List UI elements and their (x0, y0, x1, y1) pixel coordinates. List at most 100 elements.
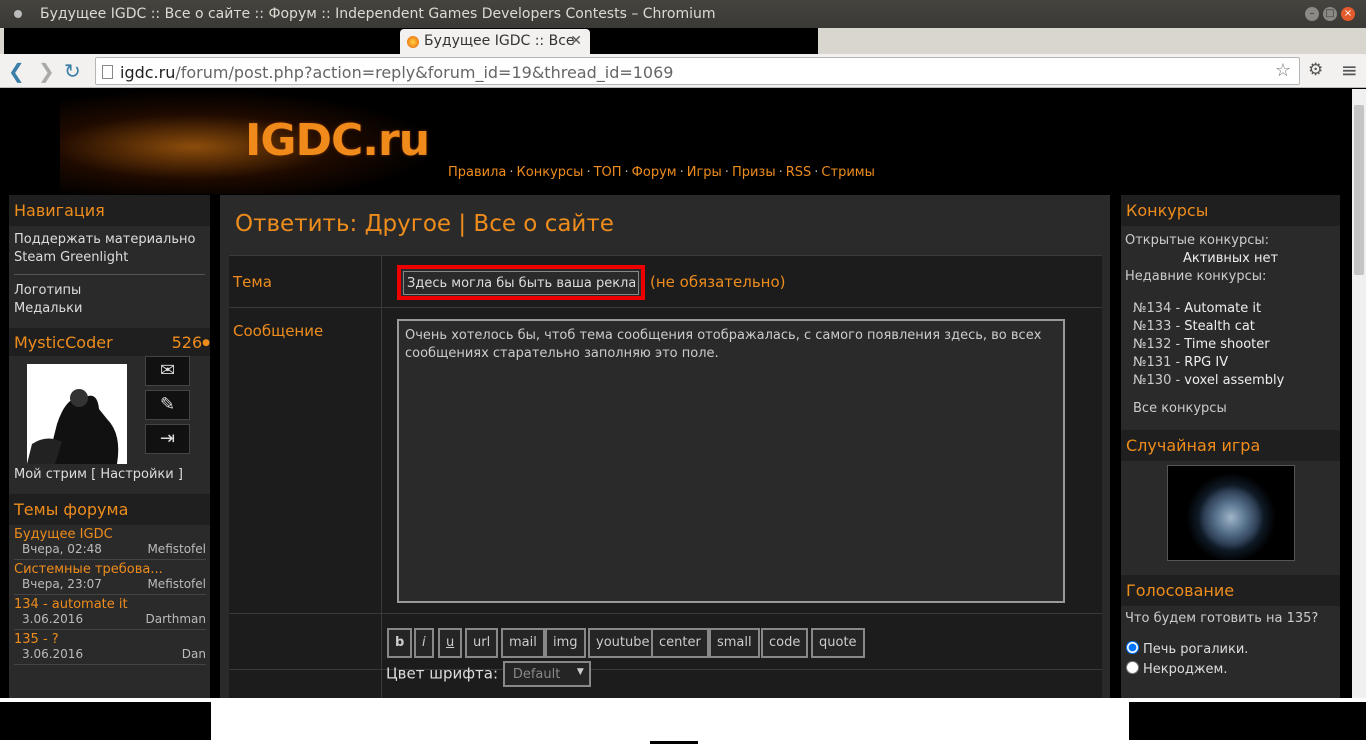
bold-button[interactable]: b (387, 628, 413, 658)
page-icon (102, 65, 113, 79)
left-sidebar: Навигация Поддержать материально Steam G… (9, 195, 210, 698)
navigation-title: Навигация (9, 195, 210, 226)
logout-icon[interactable]: ⇥ (145, 424, 190, 454)
forum-topics-title: Темы форума (9, 494, 210, 525)
user-header: MysticCoder 526● (9, 328, 210, 356)
bottom-redacted-strip (0, 698, 1366, 744)
menu-icon[interactable]: ≡ (1341, 58, 1358, 82)
topic-date: Вчера, 02:48 (22, 542, 102, 556)
support-link[interactable]: Поддержать материально (9, 231, 210, 249)
topic-title[interactable]: 134 - automate it (14, 597, 206, 612)
subject-input[interactable] (403, 271, 639, 295)
back-icon[interactable]: ❮ (8, 59, 25, 83)
font-color-select[interactable]: Default ▼ (502, 661, 591, 687)
font-color-row (229, 669, 1102, 698)
img-button[interactable]: img (545, 628, 586, 658)
messages-icon[interactable]: ✉ (145, 356, 190, 386)
topic-author: Dan (181, 647, 206, 661)
close-window-icon[interactable]: × (1341, 7, 1355, 21)
reply-form: Ответить: Другое | Все о сайте Тема (не … (220, 195, 1110, 698)
medals-link[interactable]: Медальки (9, 300, 210, 318)
window-title: Будущее IGDC :: Все о сайте :: Форум :: … (40, 6, 716, 22)
tab-close-icon[interactable]: ✕ (570, 33, 582, 49)
logos-link[interactable]: Логотипы (9, 282, 210, 300)
random-game-image[interactable] (1166, 465, 1295, 561)
nav-prizes[interactable]: Призы (732, 165, 776, 180)
edit-icon[interactable]: ✎ (145, 390, 190, 420)
tab-label: Будущее IGDC :: Все (424, 33, 575, 49)
poll-radio[interactable] (1126, 661, 1139, 674)
nav-streams[interactable]: Стримы (821, 165, 874, 180)
underline-button[interactable]: u (438, 628, 463, 658)
minimize-icon[interactable]: – (1305, 7, 1319, 21)
list-item[interactable]: №131 - RPG IV (1121, 354, 1340, 372)
nav-games[interactable]: Игры (687, 165, 722, 180)
list-item[interactable]: №130 - voxel assembly (1121, 372, 1340, 390)
font-color-label: Цвет шрифта: (386, 664, 499, 683)
list-item[interactable]: №133 - Stealth cat (1121, 318, 1340, 336)
center-button[interactable]: center (651, 628, 709, 658)
forward-icon[interactable]: ❯ (38, 59, 55, 83)
scrollbar-thumb[interactable] (1354, 105, 1364, 275)
reload-icon[interactable]: ↻ (64, 59, 81, 83)
youtube-button[interactable]: youtube (588, 628, 658, 658)
topic-title[interactable]: 135 - ? (14, 632, 206, 647)
list-item[interactable]: Будущее IGDC Вчера, 02:48 Mefistofel (9, 525, 210, 560)
avatar[interactable] (27, 364, 127, 464)
poll-question: Что будем готовить на 135? (1125, 611, 1319, 626)
format-toolbar: b i u url mail img youtube center small … (229, 613, 1102, 669)
page-scrollbar[interactable] (1352, 89, 1366, 698)
url-button[interactable]: url (465, 628, 499, 658)
poll-option[interactable]: Печь рогалики. (1121, 640, 1340, 660)
nav-contests[interactable]: Конкурсы (517, 165, 584, 180)
favicon-icon (407, 36, 419, 48)
tab-active[interactable]: Будущее IGDC :: Все ✕ (400, 29, 590, 55)
subject-row: Тема (не обязательно) (229, 255, 1102, 307)
nav-rss[interactable]: RSS (786, 165, 812, 180)
quote-button[interactable]: quote (811, 628, 865, 658)
topic-author: Darthman (145, 612, 207, 626)
font-color-control: Цвет шрифта: Default ▼ (386, 661, 591, 687)
user-panel: ✉ ✎ ⇥ (9, 356, 210, 468)
poll-option[interactable]: Некроджем. (1121, 660, 1340, 680)
user-points: 526● (171, 333, 210, 352)
site-logo[interactable]: IGDC.ru (60, 89, 440, 194)
poll-radio[interactable] (1126, 641, 1139, 654)
nav-forum[interactable]: Форум (632, 165, 677, 180)
greenlight-link[interactable]: Steam Greenlight (9, 249, 210, 267)
list-item[interactable]: №132 - Time shooter (1121, 336, 1340, 354)
contests-title: Конкурсы (1121, 195, 1340, 226)
message-row: Сообщение Очень хотелось бы, чтоб тема с… (229, 307, 1102, 613)
message-textarea[interactable]: Очень хотелось бы, чтоб тема сообщения о… (397, 319, 1065, 603)
extension-icon[interactable]: ⚙ (1308, 60, 1323, 80)
bookmark-star-icon[interactable]: ☆ (1275, 60, 1291, 81)
code-button[interactable]: code (761, 628, 809, 658)
address-bar[interactable]: igdc.ru/forum/post.php?action=reply&foru… (95, 57, 1300, 85)
italic-button[interactable]: i (414, 628, 434, 658)
recent-contests-label: Недавние конкурсы: (1125, 269, 1267, 284)
mail-button[interactable]: mail (501, 628, 545, 658)
topic-author: Mefistofel (147, 577, 206, 591)
maximize-icon[interactable]: □ (1323, 7, 1337, 21)
list-item[interactable]: №134 - Automate it (1121, 300, 1340, 318)
all-contests-link[interactable]: Все конкурсы (1121, 400, 1340, 418)
username[interactable]: MysticCoder (14, 333, 113, 352)
nav-top[interactable]: ТОП (594, 165, 622, 180)
small-button[interactable]: small (709, 628, 760, 658)
topic-title[interactable]: Будущее IGDC (14, 527, 206, 542)
topic-author: Mefistofel (147, 542, 206, 556)
topic-date: Вчера, 23:07 (22, 577, 102, 591)
stream-settings[interactable]: Мой стрим [ Настройки ] (9, 466, 210, 484)
subject-optional-note: (не обязательно) (650, 273, 786, 291)
window-menu-icon[interactable] (14, 10, 22, 18)
list-item[interactable]: 135 - ? 3.06.2016 Dan (9, 630, 210, 665)
right-sidebar: Конкурсы Открытые конкурсы: Активных нет… (1121, 195, 1340, 698)
page-title: Ответить: Другое | Все о сайте (235, 211, 614, 237)
nav-rules[interactable]: Правила (448, 165, 506, 180)
url-host: igdc.ru (120, 63, 176, 82)
list-item[interactable]: 134 - automate it 3.06.2016 Darthman (9, 595, 210, 630)
topic-title[interactable]: Системные требова... (14, 562, 206, 577)
list-item[interactable]: Системные требова... Вчера, 23:07 Mefisto… (9, 560, 210, 595)
window-titlebar: Будущее IGDC :: Все о сайте :: Форум :: … (0, 0, 1366, 28)
logo-text: IGDC.ru (245, 115, 430, 166)
